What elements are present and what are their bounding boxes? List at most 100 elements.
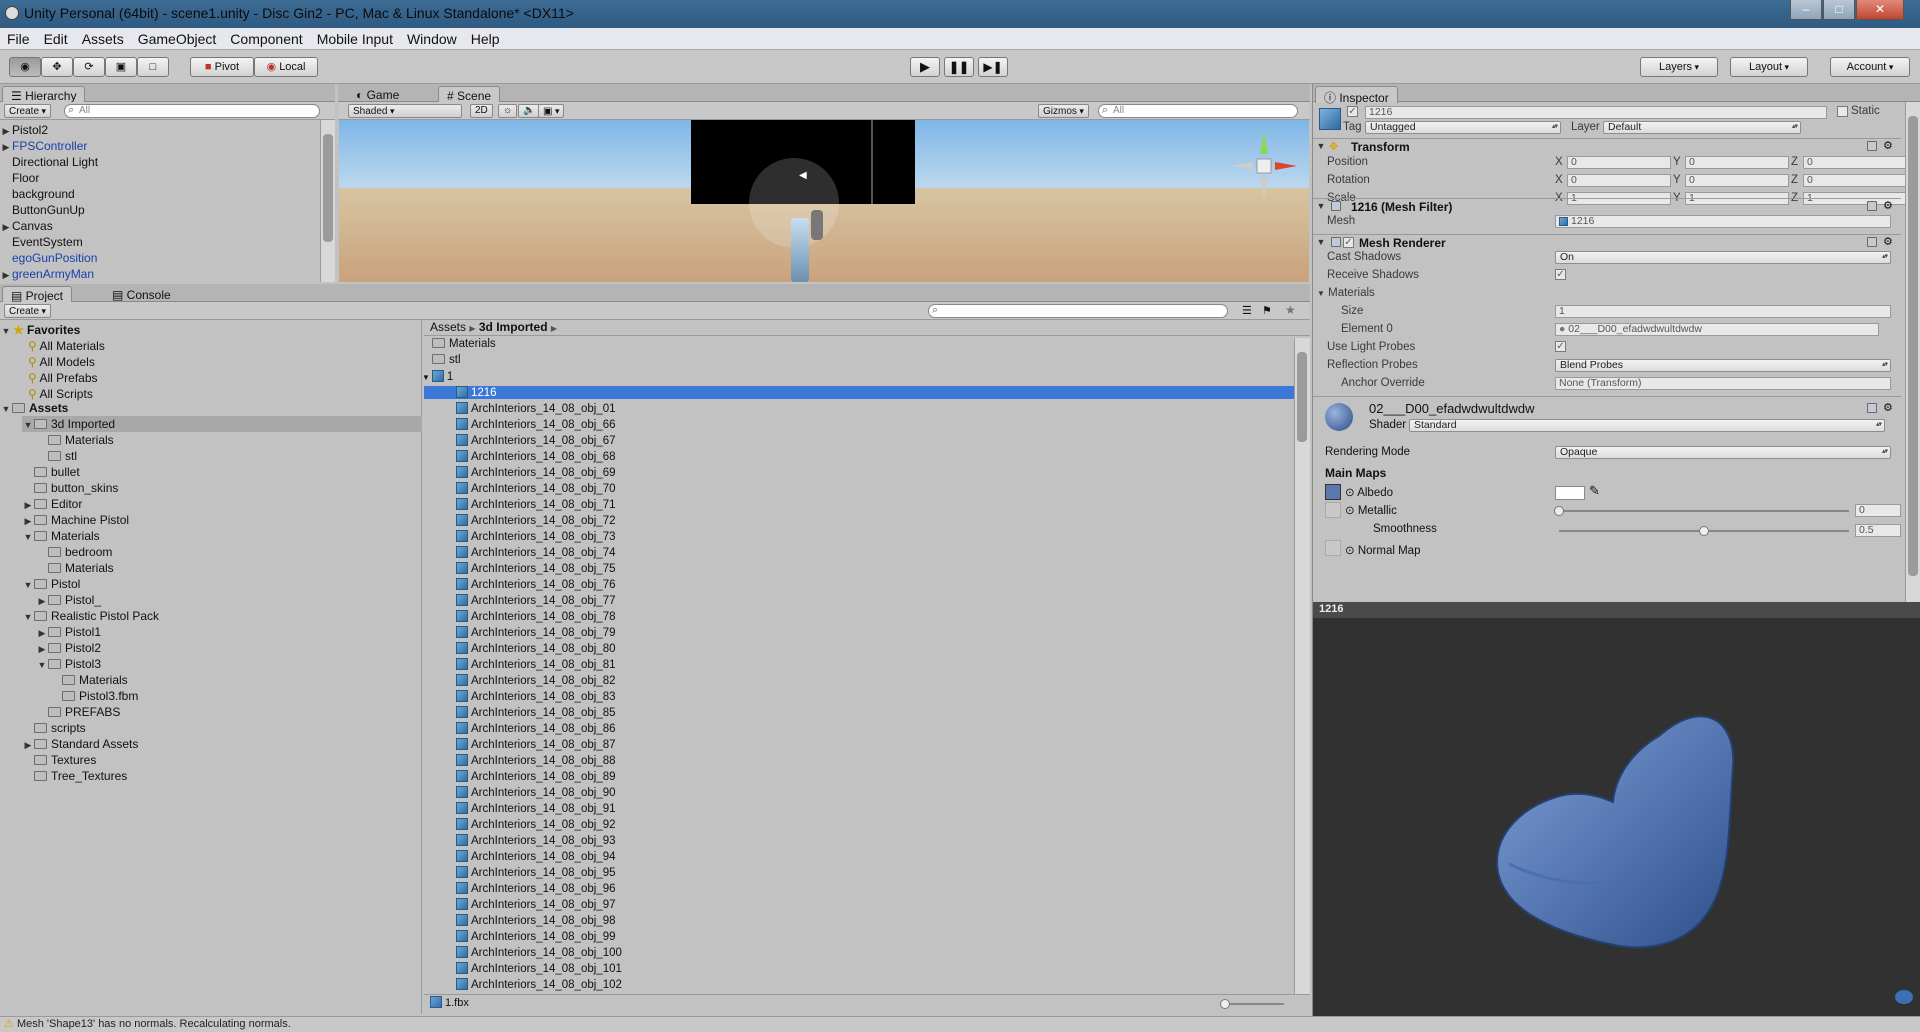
asset-list-scrollbar[interactable]	[1294, 338, 1310, 994]
mesh-preview[interactable]	[1313, 618, 1920, 1016]
project-folder-item[interactable]: PREFABS	[36, 704, 120, 720]
icon-size-slider[interactable]	[1220, 999, 1284, 1009]
filter-by-type-icon[interactable]: ☰	[1242, 304, 1252, 317]
scene-viewport[interactable]: ◀	[339, 120, 1309, 282]
expand-arrow-icon[interactable]: ▶	[36, 593, 48, 609]
asset-list-item[interactable]: ArchInteriors_14_08_obj_67	[424, 434, 1294, 447]
hierarchy-item[interactable]: EventSystem	[0, 234, 83, 250]
renderer-enabled-checkbox[interactable]: ✓	[1343, 237, 1354, 248]
hierarchy-item[interactable]: Directional Light	[0, 154, 98, 170]
inspector-scroll-thumb[interactable]	[1908, 116, 1918, 576]
asset-list-item[interactable]: ArchInteriors_14_08_obj_70	[424, 482, 1294, 495]
element0-field[interactable]: ● 02___D00_efadwdwultdwdw	[1555, 323, 1879, 336]
tab-game[interactable]: ◐ Game	[348, 86, 407, 103]
project-folder-item[interactable]: Materials	[50, 672, 128, 688]
asset-list-item[interactable]: ArchInteriors_14_08_obj_96	[424, 882, 1294, 895]
reflection-probes-dropdown[interactable]: Blend Probes	[1555, 359, 1891, 372]
project-folder-item[interactable]: Materials	[36, 560, 114, 576]
rect-tool-button[interactable]: □	[137, 57, 169, 77]
expand-arrow-icon[interactable]: ▼	[36, 657, 48, 673]
axis-x-label[interactable]: X	[1555, 156, 1563, 168]
expand-arrow-icon[interactable]: ▶	[0, 267, 12, 283]
expand-arrow-icon[interactable]: ▶	[22, 737, 34, 753]
expand-arrow-icon[interactable]: ▶	[36, 641, 48, 657]
asset-list-item[interactable]: ArchInteriors_14_08_obj_71	[424, 498, 1294, 511]
project-folder-item[interactable]: ▼ Pistol3	[36, 656, 102, 673]
albedo-color-swatch[interactable]	[1555, 486, 1585, 500]
favorites-header[interactable]: ▼ ★ Favorites	[0, 322, 81, 338]
hierarchy-scroll-thumb[interactable]	[323, 134, 333, 242]
account-dropdown[interactable]: Account	[1830, 57, 1910, 77]
pivot-toggle[interactable]: ■ Pivot	[190, 57, 254, 77]
asset-list-item[interactable]: ArchInteriors_14_08_obj_73	[424, 530, 1294, 543]
tag-dropdown[interactable]: Untagged	[1365, 121, 1561, 134]
favorite-item[interactable]: ⚲ All Prefabs	[28, 370, 98, 386]
expand-arrow-icon[interactable]: ▼	[1315, 201, 1327, 211]
expand-arrow-icon[interactable]: ▼	[1315, 237, 1327, 247]
expand-arrow-icon[interactable]: ▶	[0, 219, 12, 235]
asset-list-item[interactable]: ArchInteriors_14_08_obj_91	[424, 802, 1294, 815]
hand-tool-button[interactable]: ◉	[9, 57, 41, 77]
transform-rotation-y-field[interactable]: 0	[1685, 174, 1789, 187]
expand-arrow-icon[interactable]: ▼	[22, 609, 34, 625]
asset-list-item[interactable]: ArchInteriors_14_08_obj_72	[424, 514, 1294, 527]
project-folder-item[interactable]: scripts	[22, 720, 86, 736]
layer-dropdown[interactable]: Default	[1603, 121, 1801, 134]
hierarchy-item[interactable]: ▶ Pistol2	[0, 122, 49, 138]
asset-list-item[interactable]: ArchInteriors_14_08_obj_102	[424, 978, 1294, 991]
lighting-toggle[interactable]: ☼	[498, 104, 518, 118]
asset-list-item[interactable]: ArchInteriors_14_08_obj_74	[424, 546, 1294, 559]
asset-list-item[interactable]: ArchInteriors_14_08_obj_94	[424, 850, 1294, 863]
project-create-button[interactable]: Create	[4, 304, 52, 318]
transform-rotation-x-field[interactable]: 0	[1567, 174, 1671, 187]
metallic-texture-slot[interactable]	[1325, 502, 1341, 518]
layout-dropdown[interactable]: Layout	[1730, 57, 1808, 77]
favorite-item[interactable]: ⚲ All Materials	[28, 338, 105, 354]
menu-edit[interactable]: Edit	[37, 28, 75, 47]
project-folder-item[interactable]: ▼ 3d Imported	[22, 416, 422, 432]
project-folder-item[interactable]: Textures	[22, 752, 96, 768]
project-folder-item[interactable]: Materials	[36, 432, 114, 448]
transform-position-z-field[interactable]: 0	[1803, 156, 1905, 169]
materials-size-field[interactable]: 1	[1555, 305, 1891, 318]
status-message[interactable]: Mesh 'Shape13' has no normals. Recalcula…	[17, 1018, 291, 1030]
asset-list-item[interactable]: ArchInteriors_14_08_obj_89	[424, 770, 1294, 783]
transform-header[interactable]: ▼ ✥ Transform ⚙	[1313, 138, 1901, 154]
transform-position-x-field[interactable]: 0	[1567, 156, 1671, 169]
asset-list-item[interactable]: ArchInteriors_14_08_obj_79	[424, 626, 1294, 639]
cast-shadows-dropdown[interactable]: On	[1555, 251, 1891, 264]
asset-list-item[interactable]: ArchInteriors_14_08_obj_97	[424, 898, 1294, 911]
inspector-scrollbar[interactable]	[1905, 102, 1920, 602]
expand-arrow-icon[interactable]: ▼	[0, 401, 12, 417]
asset-list-item[interactable]: ArchInteriors_14_08_obj_69	[424, 466, 1294, 479]
component-gear-icon[interactable]: ⚙	[1883, 199, 1893, 212]
hierarchy-item[interactable]: ▶ greenArmyMan	[0, 266, 95, 283]
smoothness-slider-handle[interactable]	[1699, 526, 1709, 536]
object-name-field[interactable]: 1216	[1365, 106, 1827, 119]
active-checkbox[interactable]: ✓	[1347, 106, 1358, 117]
axis-x-label[interactable]: X	[1555, 174, 1563, 186]
asset-list-item[interactable]: ArchInteriors_14_08_obj_101	[424, 962, 1294, 975]
asset-list-item[interactable]: ArchInteriors_14_08_obj_99	[424, 930, 1294, 943]
help-icon[interactable]	[1867, 403, 1877, 413]
hierarchy-create-button[interactable]: Create	[4, 104, 52, 118]
transform-position-y-field[interactable]: 0	[1685, 156, 1789, 169]
breadcrumb-3d-imported[interactable]: 3d Imported	[479, 320, 548, 334]
menu-file[interactable]: File	[0, 28, 37, 47]
axis-z-label[interactable]: Z	[1791, 174, 1798, 186]
asset-list-item[interactable]: ArchInteriors_14_08_obj_01	[424, 402, 1294, 415]
axis-y-label[interactable]: Y	[1673, 174, 1681, 186]
expand-arrow-icon[interactable]: ▶	[0, 139, 12, 155]
preview-asset-label-icon[interactable]	[1895, 990, 1913, 1004]
hierarchy-search-input[interactable]: All	[64, 104, 320, 118]
tab-project[interactable]: ▤ Project	[2, 286, 73, 303]
tab-hierarchy[interactable]: ☰ Hierarchy	[2, 86, 86, 103]
asset-list-item[interactable]: ArchInteriors_14_08_obj_88	[424, 754, 1294, 767]
project-folder-item[interactable]: Tree_Textures	[22, 768, 127, 784]
preview-title-bar[interactable]: 1216	[1313, 602, 1920, 618]
expand-arrow-icon[interactable]: ▼	[1317, 289, 1325, 298]
component-gear-icon[interactable]: ⚙	[1883, 235, 1893, 248]
effects-toggle[interactable]: ▣	[538, 104, 565, 118]
smoothness-slider[interactable]	[1559, 526, 1849, 536]
expand-arrow-icon[interactable]: ▼	[22, 417, 34, 433]
